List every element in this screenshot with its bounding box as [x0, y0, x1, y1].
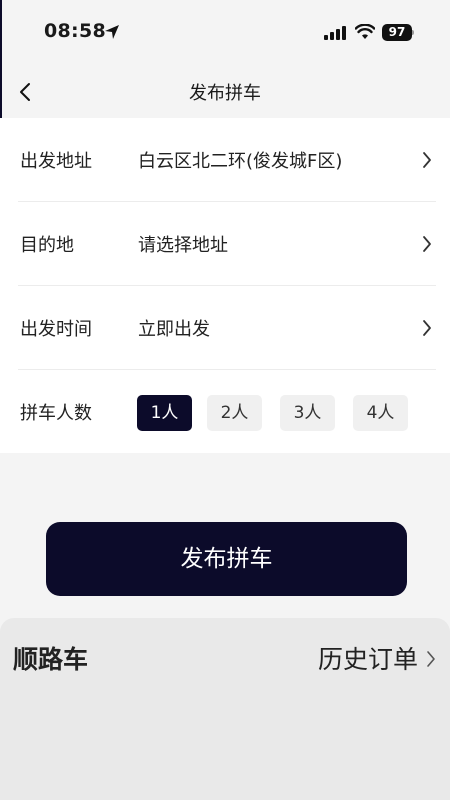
departure-time-row[interactable]: 出发时间 立即出发: [0, 286, 450, 370]
departure-label: 出发地址: [20, 151, 92, 172]
status-bar: 08:58 97: [0, 0, 450, 66]
destination-value: 请选择地址: [138, 235, 228, 256]
chevron-right-icon: [423, 152, 431, 168]
history-orders-link[interactable]: 历史订单: [318, 640, 418, 676]
passenger-option-4[interactable]: 4人: [353, 395, 408, 431]
departure-time-value: 立即出发: [138, 319, 210, 340]
destination-row[interactable]: 目的地 请选择地址: [0, 202, 450, 286]
chevron-right-icon: [427, 651, 435, 667]
carpool-form: 出发地址 白云区北二环(俊发城F区) 目的地 请选择地址 出发时间 立即出发 拼…: [0, 118, 450, 453]
passenger-option-3[interactable]: 3人: [280, 395, 335, 431]
battery-indicator: 97: [382, 24, 412, 41]
departure-value: 白云区北二环(俊发城F区): [138, 151, 343, 172]
passenger-option-2[interactable]: 2人: [207, 395, 262, 431]
publish-carpool-button[interactable]: 发布拼车: [46, 522, 407, 596]
wifi-icon: [355, 24, 375, 39]
status-time: 08:58: [44, 20, 106, 42]
navigation-bar: 发布拼车: [0, 66, 450, 118]
chevron-right-icon: [423, 320, 431, 336]
cellular-signal-icon: [324, 26, 346, 40]
location-arrow-icon: [105, 25, 119, 39]
passenger-option-1[interactable]: 1人: [137, 395, 192, 431]
panel-title: 顺路车: [13, 645, 89, 674]
departure-row[interactable]: 出发地址 白云区北二环(俊发城F区): [0, 118, 450, 202]
battery-tip: [412, 30, 414, 35]
destination-label: 目的地: [20, 235, 74, 256]
ride-along-panel: 顺路车 历史订单: [0, 618, 450, 800]
departure-time-label: 出发时间: [20, 319, 92, 340]
chevron-right-icon: [423, 236, 431, 252]
passenger-count-label: 拼车人数: [20, 403, 92, 424]
passenger-count-row: 拼车人数 1人 2人 3人 4人: [0, 370, 450, 454]
page-title: 发布拼车: [189, 83, 261, 104]
